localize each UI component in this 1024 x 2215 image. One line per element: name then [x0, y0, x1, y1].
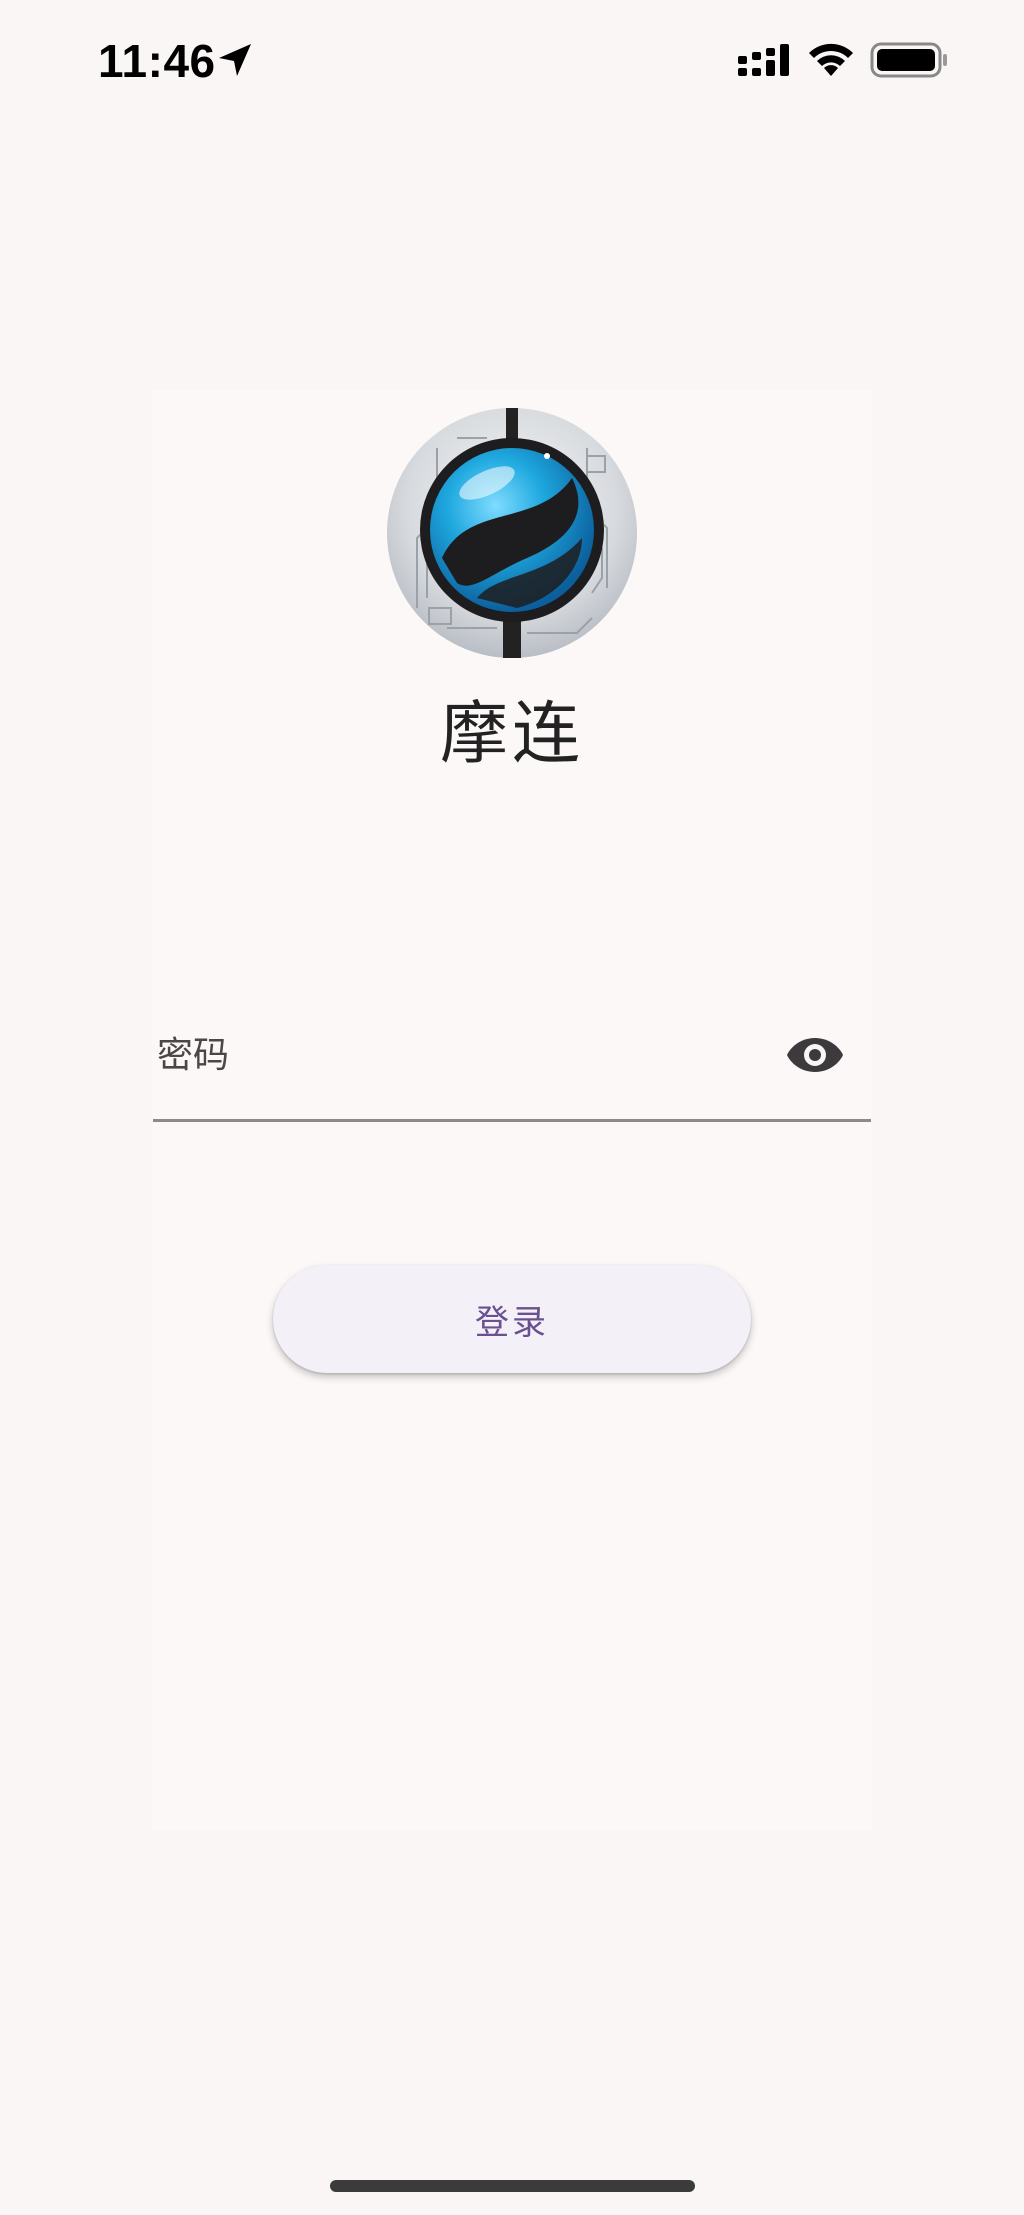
app-name: 摩连 [439, 695, 584, 774]
login-button[interactable]: 登录 [273, 1265, 751, 1373]
status-time: 11:46 [98, 35, 216, 87]
home-indicator[interactable] [330, 2180, 695, 2192]
password-input[interactable] [153, 1000, 753, 1110]
wifi-icon [809, 43, 853, 76]
login-screen: 11:46 摩连 登录 [0, 0, 1024, 2215]
battery-icon [870, 42, 947, 78]
cellular-signal-icon [738, 44, 789, 76]
app-logo-globe-icon [387, 408, 637, 658]
status-bar: 11:46 [0, 0, 1024, 120]
eye-icon[interactable] [785, 1030, 845, 1080]
password-field[interactable] [153, 1000, 871, 1122]
location-arrow-icon [219, 44, 251, 76]
